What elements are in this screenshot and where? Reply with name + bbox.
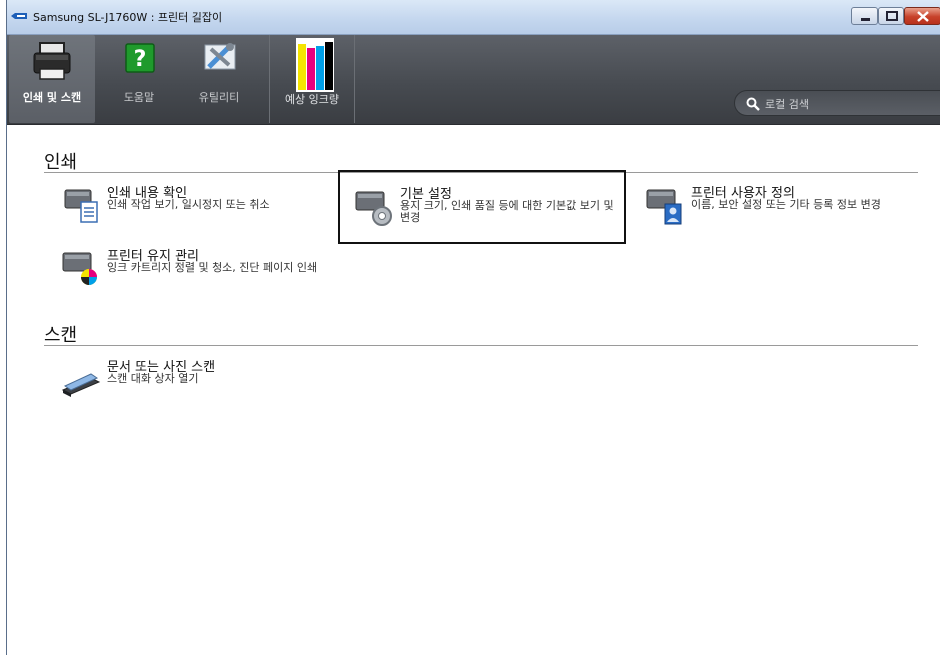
item-description: 인쇄 작업 보기, 일시정지 또는 취소 [107, 198, 270, 211]
close-button[interactable] [904, 7, 940, 25]
item-description: 용지 크기, 인쇄 품질 등에 대한 기본값 보기 및 변경 [400, 199, 614, 224]
tab-print-scan[interactable]: 인쇄 및 스캔 [9, 35, 95, 123]
tools-icon [204, 43, 236, 70]
tab-help[interactable]: ? 도움말 [103, 35, 175, 123]
close-icon [917, 11, 929, 22]
search-box[interactable] [734, 90, 940, 116]
item-scan[interactable]: 문서 또는 사진 스캔 스캔 대화 상자 열기 [61, 356, 321, 416]
tab-label: 도움말 [123, 91, 155, 104]
app-icon [11, 13, 27, 19]
section-title-print: 인쇄 [44, 152, 78, 173]
content-area: 인쇄 인쇄 내용 확인 인쇄 작업 보기, 일시정지 또는 취소 기본 설정 용… [7, 126, 940, 655]
item-default-settings[interactable]: 기본 설정 용지 크기, 인쇄 품질 등에 대한 기본값 보기 및 변경 [338, 170, 626, 244]
maximize-icon [886, 11, 898, 21]
print-queue-icon [64, 189, 98, 223]
search-input[interactable] [765, 95, 935, 113]
printer-settings-icon [355, 191, 392, 226]
item-print-queue[interactable]: 인쇄 내용 확인 인쇄 작업 보기, 일시정지 또는 취소 [61, 182, 321, 242]
tab-ink-level[interactable]: 예상 잉크량 [269, 35, 355, 123]
scanner-icon [61, 373, 101, 397]
tab-utility[interactable]: 유틸리티 [179, 35, 259, 123]
divider [44, 345, 918, 346]
ink-level-icon [296, 38, 334, 92]
app-window: Samsung SL-J1760W : 프린터 길잡이 인쇄 및 스캔 ? 도움… [6, 0, 940, 655]
item-printer-customize[interactable]: 프린터 사용자 정의 이름, 보안 설정 또는 기타 등록 정보 변경 [645, 182, 935, 242]
tab-label: 인쇄 및 스캔 [22, 91, 82, 104]
tab-label: 유틸리티 [198, 91, 240, 104]
search-icon [746, 97, 760, 111]
main-toolbar: 인쇄 및 스캔 ? 도움말 유틸리티 예상 잉크량 로컬 검색 [7, 35, 940, 125]
maximize-button[interactable] [878, 7, 904, 25]
item-description: 이름, 보안 설정 또는 기타 등록 정보 변경 [691, 198, 881, 211]
window-title: Samsung SL-J1760W : 프린터 길잡이 [33, 11, 223, 24]
tab-label: 예상 잉크량 [284, 93, 340, 106]
item-description: 스캔 대화 상자 열기 [107, 372, 199, 385]
help-icon: ? [125, 43, 155, 73]
section-title-scan: 스캔 [44, 325, 78, 346]
minimize-button[interactable] [851, 7, 878, 25]
title-bar: Samsung SL-J1760W : 프린터 길잡이 [7, 0, 940, 35]
svg-text:?: ? [134, 47, 147, 72]
item-description: 잉크 카트리지 정렬 및 청소, 진단 페이지 인쇄 [107, 261, 318, 274]
item-printer-maintenance[interactable]: 프린터 유지 관리 잉크 카트리지 정렬 및 청소, 진단 페이지 인쇄 [61, 245, 331, 305]
minimize-icon [861, 18, 870, 21]
printer-icon [33, 42, 71, 80]
printer-maintenance-icon [62, 252, 97, 285]
printer-user-icon [646, 189, 682, 225]
